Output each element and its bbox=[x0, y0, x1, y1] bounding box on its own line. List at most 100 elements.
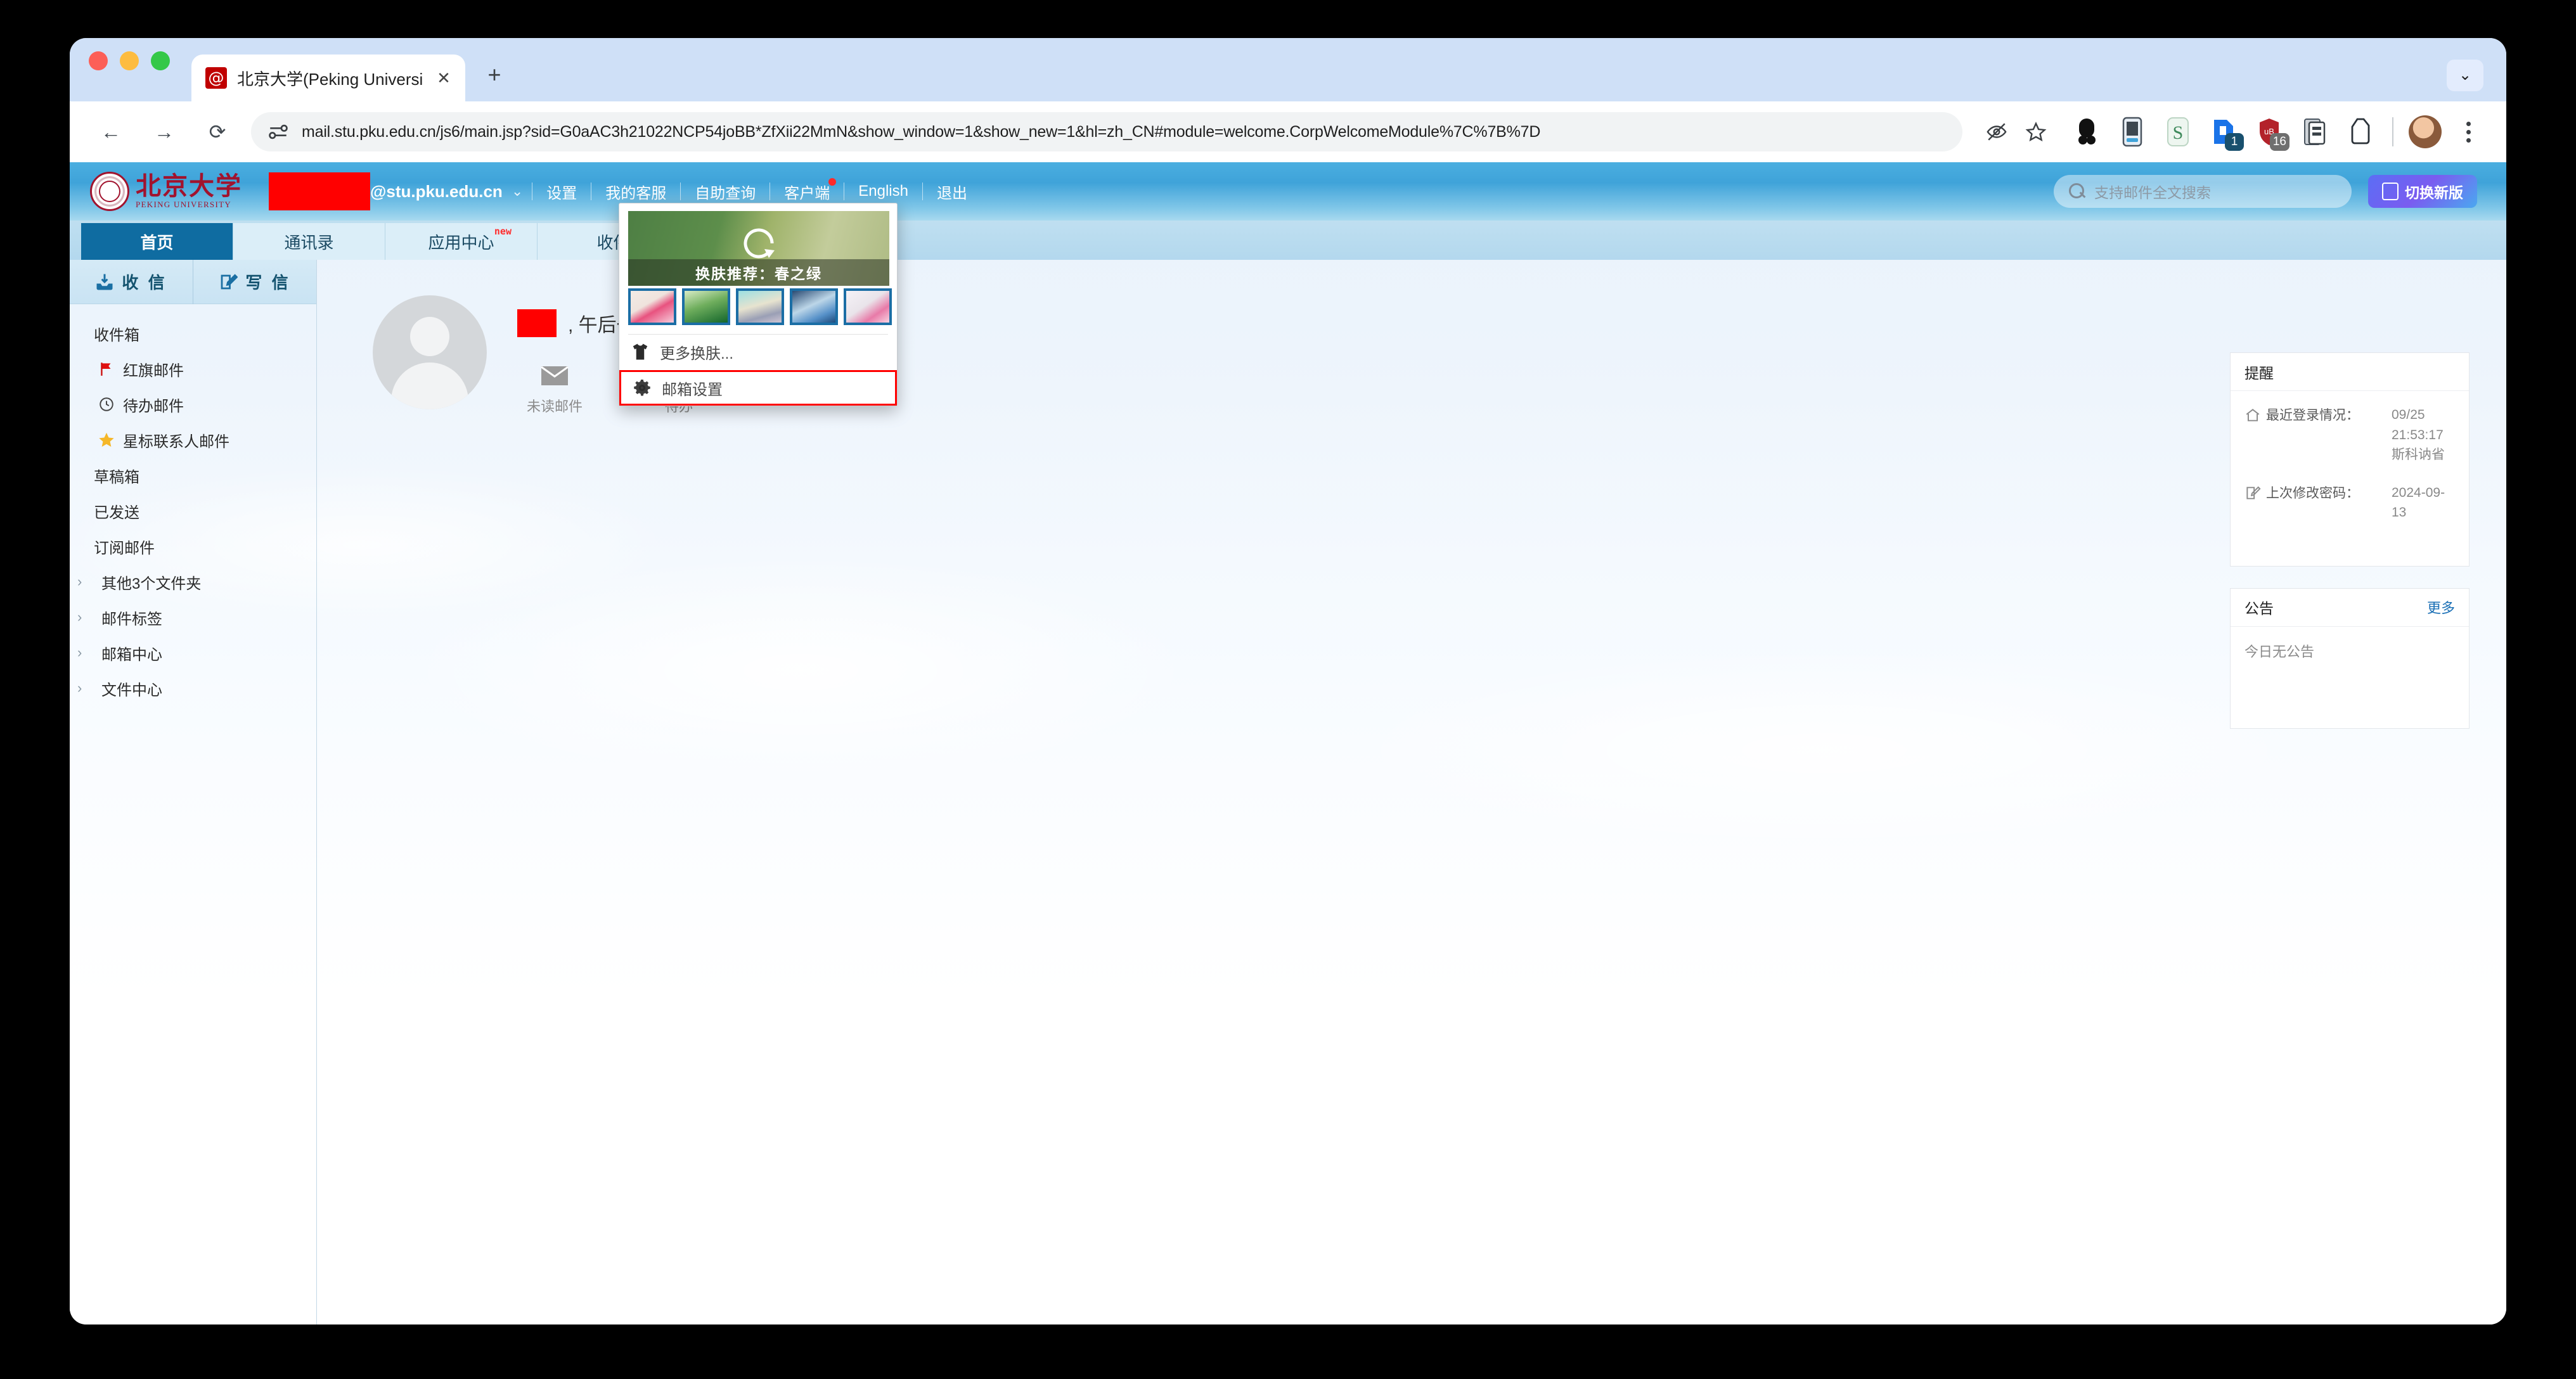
sidebar-item-sent[interactable]: 已发送 bbox=[70, 493, 316, 529]
header-menu-item-client-label: 客户端 bbox=[784, 184, 830, 202]
redacted-user-name bbox=[517, 309, 557, 337]
header-menu: 设置 我的客服 自助查询 客户端 English 退出 bbox=[532, 177, 981, 203]
address-bar[interactable]: mail.stu.pku.edu.cn/js6/main.jsp?sid=G0a… bbox=[251, 112, 1962, 151]
reminder-title: 提醒 bbox=[2244, 364, 2274, 382]
incognito-eye-off-icon[interactable] bbox=[1979, 114, 2014, 150]
search-input[interactable]: 支持邮件全文搜索 bbox=[2054, 175, 2352, 208]
more-skins-menu-item[interactable]: 更多换肤... bbox=[628, 335, 888, 369]
sidebar-item-mail-tags[interactable]: › 邮件标签 bbox=[70, 600, 316, 635]
extensions-group: S 1 uB 16 bbox=[2064, 114, 2383, 151]
gear-icon bbox=[633, 378, 652, 397]
sidebar-item-label: 邮件标签 bbox=[101, 610, 162, 628]
announcement-card-header: 公告 更多 bbox=[2231, 589, 2469, 627]
reminder-card: 提醒 最近登录情况： 09/25 21:53:17 斯科讷省 上次修改密码： 2… bbox=[2230, 352, 2470, 567]
new-tab-button[interactable]: + bbox=[479, 61, 510, 91]
sidebar-actions: 收 信 写 信 bbox=[70, 259, 316, 304]
inbox-download-icon bbox=[95, 273, 114, 292]
forward-arrow-icon[interactable]: → bbox=[145, 112, 184, 151]
header-menu-item-support[interactable]: 我的客服 bbox=[591, 181, 680, 203]
reminder-row-value: 2024-09-13 bbox=[2392, 485, 2445, 520]
receive-mail-label: 收 信 bbox=[122, 273, 167, 292]
webmail-nav-tabs: 首页 通讯录 应用中心 new 收件 bbox=[70, 221, 2506, 260]
switch-version-icon bbox=[2382, 183, 2399, 200]
sidebar-item-subscriptions[interactable]: 订阅邮件 bbox=[70, 529, 316, 564]
skin-thumbnail-blue-horse[interactable] bbox=[790, 288, 838, 325]
extension-s-letter-icon[interactable]: S bbox=[2160, 114, 2196, 150]
skin-thumbnail-cherry-blossom[interactable] bbox=[844, 288, 892, 325]
back-arrow-icon[interactable]: ← bbox=[91, 112, 131, 151]
announcement-more-link[interactable]: 更多 bbox=[2427, 597, 2455, 617]
stat-unread-mail[interactable]: 未读邮件 bbox=[520, 365, 589, 416]
bookmark-star-icon[interactable] bbox=[2018, 114, 2054, 150]
new-badge: new bbox=[494, 226, 512, 237]
header-menu-item-self-query[interactable]: 自助查询 bbox=[681, 181, 770, 203]
skin-thumbnail-list bbox=[628, 288, 892, 325]
nav-tab-contacts[interactable]: 通讯录 bbox=[233, 223, 385, 260]
sidebar-item-label: 收件箱 bbox=[94, 326, 139, 344]
folder-list: 收件箱 红旗邮件 待办邮件 星标联系人邮件 草稿箱 已发送 订阅邮件 › 其他3… bbox=[70, 304, 316, 706]
skin-thumbnail-green-pine[interactable] bbox=[682, 288, 730, 325]
profile-avatar[interactable] bbox=[2409, 115, 2442, 148]
sidebar-item-label: 文件中心 bbox=[101, 681, 162, 699]
maximize-window-button[interactable] bbox=[151, 51, 170, 70]
redacted-account-name bbox=[269, 172, 370, 210]
nav-tab-home[interactable]: 首页 bbox=[81, 223, 233, 260]
header-menu-item-logout[interactable]: 退出 bbox=[923, 181, 981, 203]
compose-mail-button[interactable]: 写 信 bbox=[193, 259, 316, 304]
close-window-button[interactable] bbox=[89, 51, 108, 70]
announcement-card: 公告 更多 今日无公告 bbox=[2230, 587, 2470, 729]
announcement-card-body: 今日无公告 bbox=[2231, 627, 2469, 728]
sidebar-item-label: 待办邮件 bbox=[123, 397, 184, 415]
nav-tab-app-center[interactable]: 应用中心 new bbox=[385, 223, 538, 260]
skin-thumbnail-pink-floral[interactable] bbox=[628, 288, 676, 325]
receive-mail-button[interactable]: 收 信 bbox=[70, 260, 193, 304]
sidebar-item-label: 星标联系人邮件 bbox=[123, 433, 229, 451]
browser-window: @ 北京大学(Peking University) ✕ + ⌄ ← → ⟳ ma… bbox=[70, 38, 2506, 1324]
extension-black-oval-icon[interactable] bbox=[2069, 114, 2104, 150]
svg-text:S: S bbox=[2173, 122, 2184, 143]
chrome-menu-button[interactable] bbox=[2452, 121, 2485, 143]
star-icon bbox=[98, 431, 115, 449]
sidebar-item-mailbox-center[interactable]: › 邮箱中心 bbox=[70, 635, 316, 670]
extension-red-shield-icon[interactable]: uB 16 bbox=[2251, 114, 2289, 151]
mail-settings-menu-item[interactable]: 邮箱设置 bbox=[619, 370, 897, 406]
browser-tab[interactable]: @ 北京大学(Peking University) ✕ bbox=[191, 55, 465, 101]
extension-device-icon[interactable] bbox=[2115, 114, 2150, 150]
reminder-row-label: 上次修改密码： bbox=[2266, 485, 2359, 501]
tab-search-chevron-down-icon[interactable]: ⌄ bbox=[2447, 60, 2483, 91]
pku-logo[interactable]: 北京大学 PEKING UNIVERSITY bbox=[81, 172, 265, 211]
sidebar-item-label: 草稿箱 bbox=[94, 468, 139, 486]
switch-version-label: 切换新版 bbox=[2405, 184, 2463, 201]
extension-outline-icon[interactable] bbox=[2343, 114, 2378, 150]
header-menu-item-settings[interactable]: 设置 bbox=[532, 181, 591, 203]
reload-icon[interactable]: ⟳ bbox=[198, 112, 237, 151]
chevron-right-icon: › bbox=[77, 645, 82, 660]
header-menu-item-client[interactable]: 客户端 bbox=[770, 177, 844, 203]
skin-hero-preview[interactable]: 换肤推荐：春之绿 bbox=[628, 211, 889, 286]
sidebar-item-flagged[interactable]: 红旗邮件 bbox=[70, 351, 316, 387]
site-settings-icon[interactable] bbox=[267, 121, 289, 143]
pku-logo-cn: 北京大学 bbox=[136, 172, 242, 200]
sidebar-item-drafts[interactable]: 草稿箱 bbox=[70, 458, 316, 493]
account-block[interactable]: @stu.pku.edu.cn ⌄ bbox=[269, 172, 532, 210]
sidebar-item-inbox[interactable]: 收件箱 bbox=[70, 316, 316, 351]
sidebar-item-file-center[interactable]: › 文件中心 bbox=[70, 670, 316, 706]
skin-thumbnail-teddy-bear[interactable] bbox=[736, 288, 784, 325]
compose-mail-label: 写 信 bbox=[245, 273, 291, 292]
search-icon bbox=[2069, 183, 2085, 200]
switch-version-button[interactable]: 切换新版 bbox=[2368, 175, 2477, 208]
sidebar-item-label: 订阅邮件 bbox=[94, 539, 155, 557]
minimize-window-button[interactable] bbox=[120, 51, 139, 70]
skin-dropdown-menu: 换肤推荐：春之绿 更多换肤... 邮箱设置 bbox=[619, 203, 898, 406]
close-tab-icon[interactable]: ✕ bbox=[432, 67, 455, 89]
avatar[interactable] bbox=[373, 295, 487, 409]
account-chevron-down-icon[interactable]: ⌄ bbox=[512, 183, 523, 200]
extension-clipboard-icon[interactable] bbox=[2297, 114, 2333, 150]
extension-blue-note-icon[interactable]: 1 bbox=[2206, 114, 2244, 151]
header-menu-item-english[interactable]: English bbox=[844, 183, 922, 200]
reminder-row-label: 最近登录情况： bbox=[2266, 408, 2359, 423]
account-domain: @stu.pku.edu.cn bbox=[370, 181, 503, 201]
sidebar-item-other-folders[interactable]: › 其他3个文件夹 bbox=[70, 564, 316, 600]
sidebar-item-todo[interactable]: 待办邮件 bbox=[70, 387, 316, 422]
sidebar-item-starred-contacts[interactable]: 星标联系人邮件 bbox=[70, 422, 316, 458]
